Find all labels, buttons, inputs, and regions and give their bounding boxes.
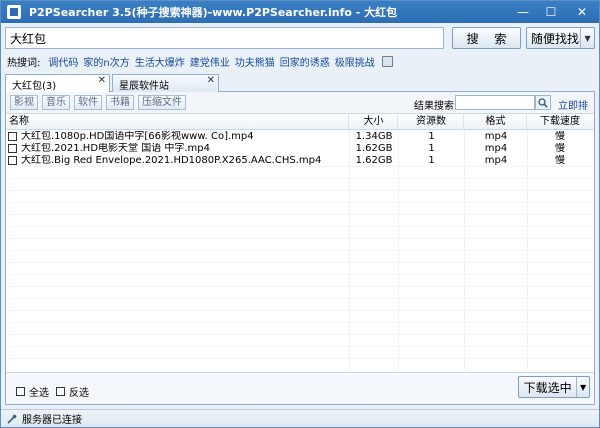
checkbox-box[interactable] [16,387,25,396]
file-size: 1.62GB [355,155,393,166]
connection-icon [7,414,17,424]
tab-label: 星辰软件站 [119,81,169,92]
tab-bar: 大红包(3) ✕ 星辰软件站 ✕ [5,74,595,93]
file-format: mp4 [484,131,508,142]
checkbox-box[interactable] [56,387,65,396]
app-window: P2PSearcher 3.5(种子搜索神器)-www.P2PSearcher.… [0,0,600,428]
close-tab-icon[interactable]: ✕ [98,75,106,86]
row-checkbox[interactable] [8,144,17,153]
download-selected-button[interactable]: 下载选中 ▼ [518,376,590,398]
clear-history-icon[interactable] [381,55,393,67]
file-name: 大红包.Big Red Envelope.2021.HD1080P.X265.A… [21,155,322,166]
filter-bar: 影视 音乐 软件 书籍 压缩文件 结果搜索: 立即排序 [6,92,594,127]
file-size: 1.34GB [355,131,393,142]
bottom-action-bar: 全选 反选 下载选中 ▼ [6,372,594,404]
search-icon[interactable] [535,95,551,110]
hot-word-link[interactable]: 功夫熊猫 [235,54,275,69]
tab-search-result[interactable]: 大红包(3) ✕ [5,74,110,93]
row-checkbox[interactable] [8,132,17,141]
file-sources: 1 [428,155,435,166]
window-title: P2PSearcher 3.5(种子搜索神器)-www.P2PSearcher.… [29,6,398,19]
close-button[interactable]: ✕ [565,1,599,23]
filter-music-button[interactable]: 音乐 [42,95,70,110]
select-all-label: 全选 [29,388,49,399]
search-input[interactable] [5,27,444,49]
table-header: 名称 大小 资源数 格式 下载速度 [6,114,594,130]
hot-word-link[interactable]: 家的n次方 [83,54,129,69]
file-size: 1.62GB [355,143,393,154]
chevron-down-icon[interactable]: ▼ [580,28,594,48]
select-all-checkbox[interactable]: 全选 [16,384,49,399]
result-search-label: 结果搜索: [414,101,458,112]
file-format: mp4 [484,155,508,166]
column-sources[interactable]: 资源数 [399,114,464,130]
row-checkbox[interactable] [8,156,17,165]
hot-words-label: 热搜词: [7,57,41,69]
status-text: 服务器已连接 [22,415,82,426]
column-name[interactable]: 名称 [9,114,349,130]
chevron-down-icon[interactable]: ▼ [576,377,589,397]
result-search-input[interactable] [455,95,535,110]
tab-label: 大红包(3) [12,81,57,92]
minimize-button[interactable]: — [509,1,537,23]
invert-selection-label: 反选 [69,388,89,399]
hot-words-bar: 热搜词: 调代码 家的n次方 生活大爆炸 建党伟业 功夫熊猫 回家的诱惑 极限挑… [7,53,597,69]
results-panel: 影视 音乐 软件 书籍 压缩文件 结果搜索: 立即排序 名称 大小 资源数 格式… [5,92,595,405]
title-bar: P2PSearcher 3.5(种子搜索神器)-www.P2PSearcher.… [1,1,599,23]
search-button[interactable]: 搜 索 [452,27,521,49]
filter-video-button[interactable]: 影视 [10,95,38,110]
filter-books-button[interactable]: 书籍 [106,95,134,110]
file-sources: 1 [428,131,435,142]
app-logo-icon [7,5,21,19]
column-size[interactable]: 大小 [350,114,398,130]
file-speed: 慢 [555,155,565,166]
tab-site[interactable]: 星辰软件站 ✕ [112,74,219,92]
hot-word-link[interactable]: 极限挑战 [335,54,375,69]
file-sources: 1 [428,143,435,154]
file-speed: 慢 [555,131,565,142]
maximize-button[interactable]: ☐ [537,1,565,23]
filter-software-button[interactable]: 软件 [74,95,102,110]
file-speed: 慢 [555,143,565,154]
hot-word-link[interactable]: 生活大爆炸 [135,54,185,69]
close-tab-icon[interactable]: ✕ [207,75,215,86]
random-search-label: 随便找找 [531,31,580,46]
hot-word-link[interactable]: 调代码 [48,54,78,69]
invert-selection-checkbox[interactable]: 反选 [56,384,89,399]
column-format[interactable]: 格式 [465,114,527,130]
file-name: 大红包.1080p.HD国语中字[66影视www. Co].mp4 [21,131,254,142]
filter-archive-button[interactable]: 压缩文件 [138,95,186,110]
random-search-button[interactable]: 随便找找 ▼ [526,27,595,49]
table-row[interactable]: 大红包.Big Red Envelope.2021.HD1080P.X265.A… [6,155,594,167]
status-bar: 服务器已连接 [1,409,599,427]
hot-word-link[interactable]: 建党伟业 [190,54,230,69]
hot-word-link[interactable]: 回家的诱惑 [280,54,330,69]
download-label: 下载选中 [523,380,572,395]
column-speed[interactable]: 下载速度 [528,114,592,130]
file-format: mp4 [484,143,508,154]
table-row[interactable]: 大红包.2021.HD电影天堂 国语 中字.mp4 1.62GB 1 mp4 慢 [6,143,594,155]
file-name: 大红包.2021.HD电影天堂 国语 中字.mp4 [21,143,211,154]
table-row[interactable]: 大红包.1080p.HD国语中字[66影视www. Co].mp4 1.34GB… [6,131,594,143]
